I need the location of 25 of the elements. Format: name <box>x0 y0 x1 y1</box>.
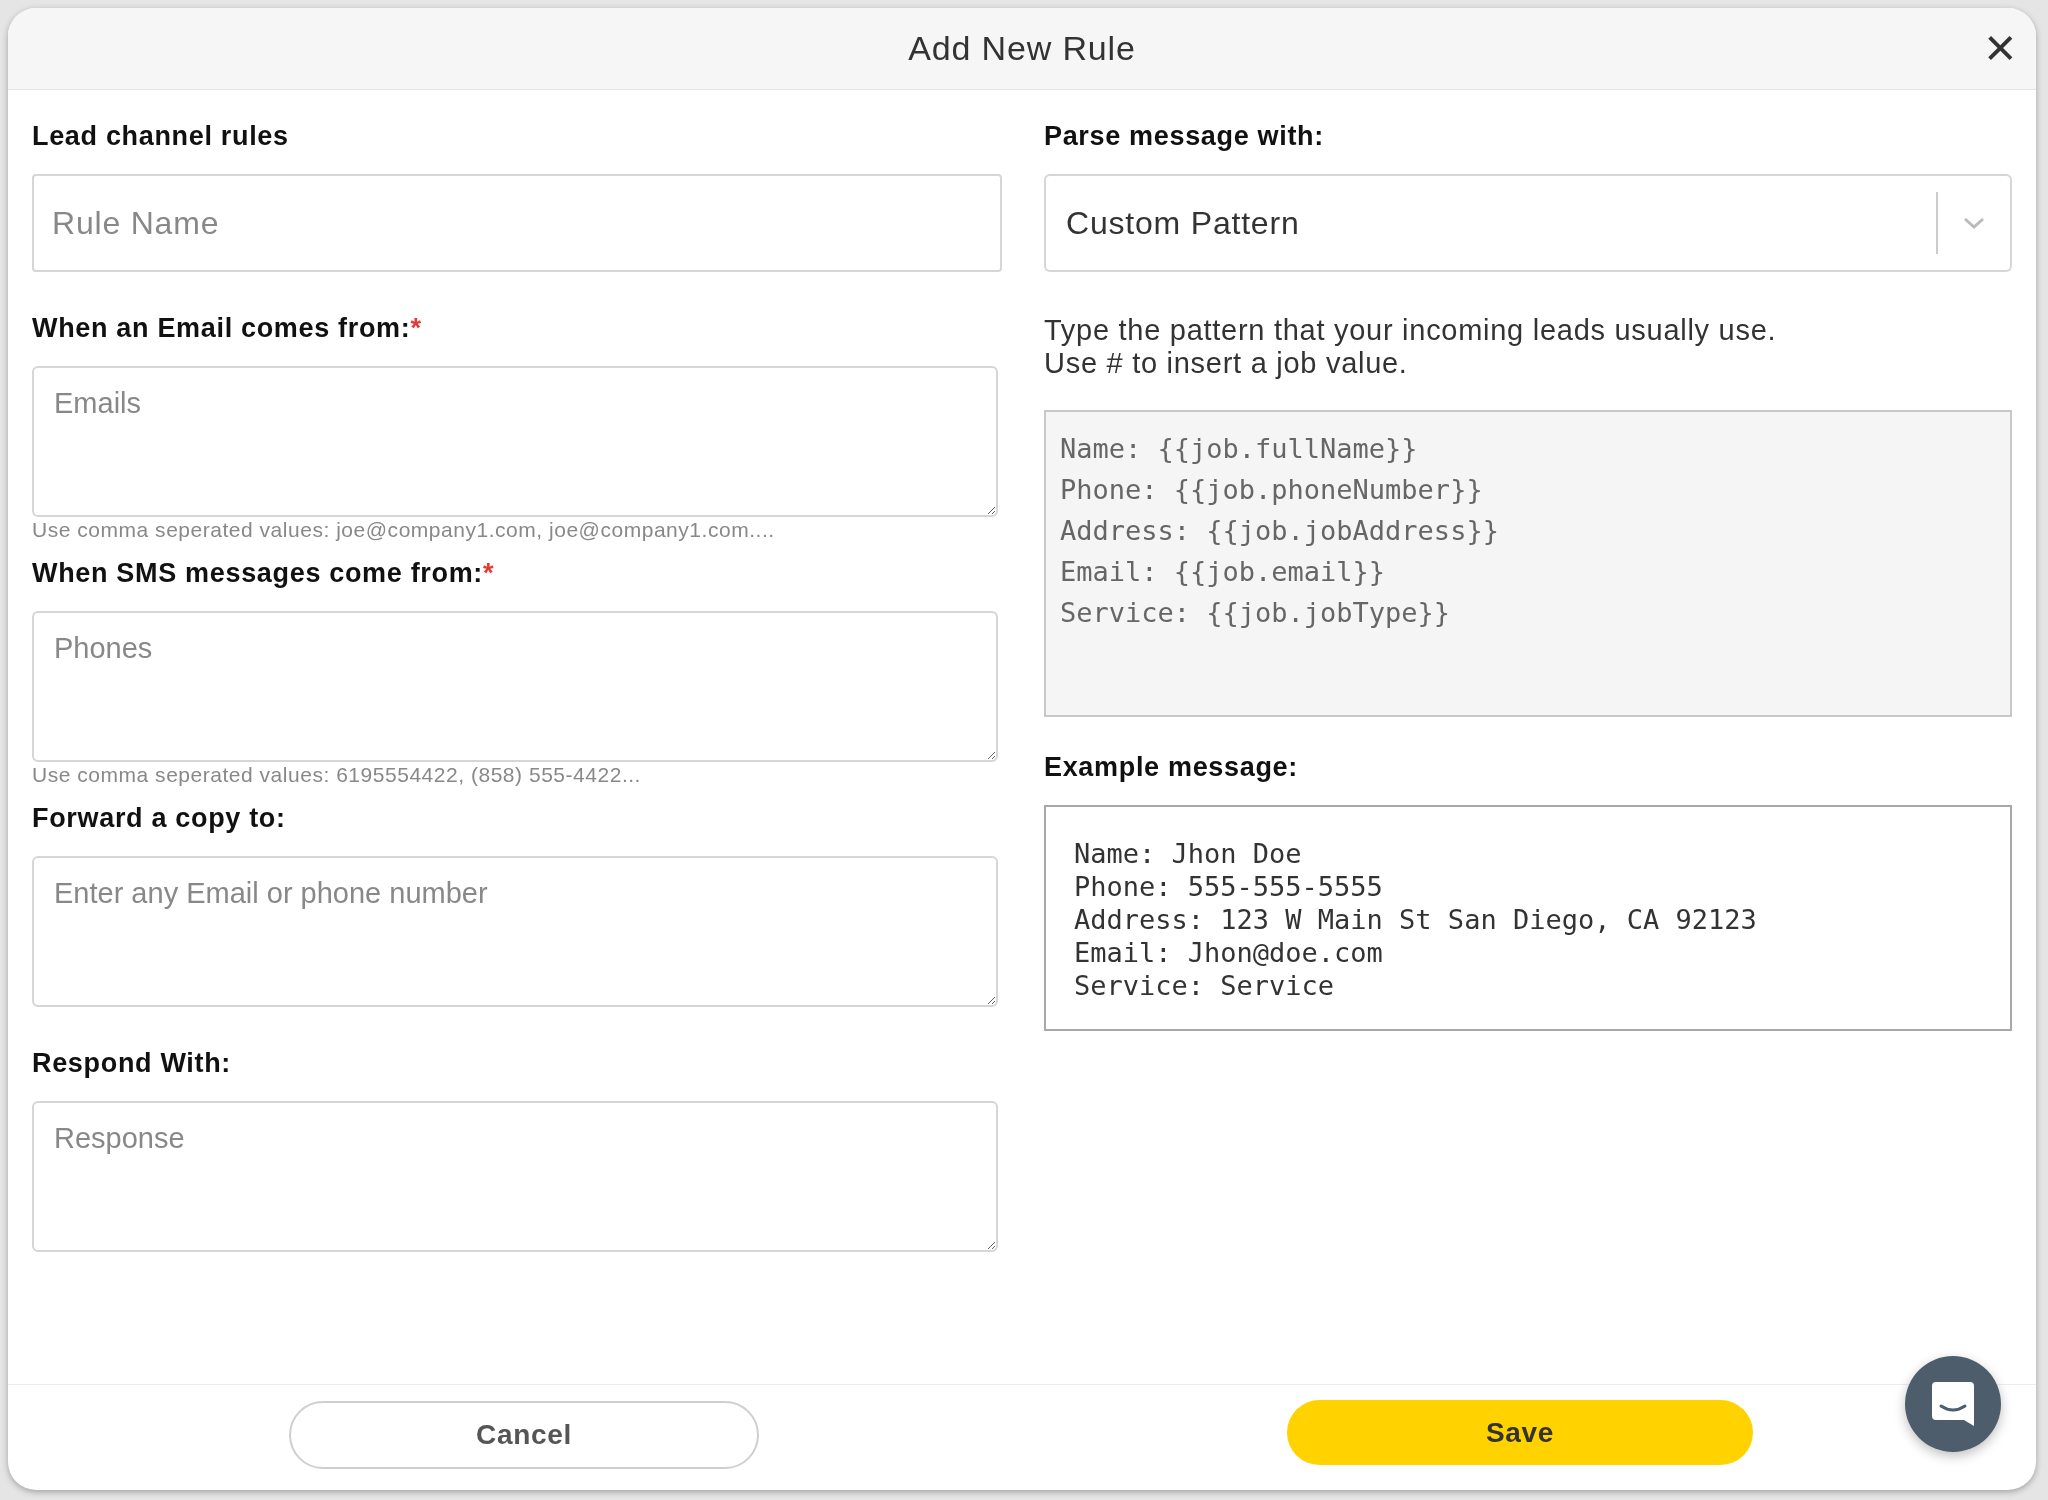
text-area-field[interactable]: Enter any Email or phone number <box>32 856 998 1007</box>
chevron-down-icon <box>1962 216 1986 230</box>
instruction-text: Type the pattern that your incoming leads usually use. Use # to insert a job value. <box>1044 314 1778 380</box>
chat-launcher[interactable] <box>1905 1356 2001 1452</box>
field-label: Respond With: <box>32 1047 232 1080</box>
chat-icon <box>1930 1380 1976 1428</box>
dialog-title: Add New Rule <box>908 28 1136 69</box>
pattern-dropdown[interactable]: Custom Pattern <box>1044 174 2012 272</box>
rule-name-field[interactable]: Rule Name <box>32 174 1002 272</box>
cancel-button[interactable]: Cancel <box>289 1401 759 1469</box>
save-button[interactable]: Save <box>1287 1400 1753 1465</box>
field-label: Lead channel rules <box>32 120 290 153</box>
field-label: Parse message with: <box>1044 120 1325 153</box>
pattern-field[interactable]: Name: {{job.fullName}} Phone: {{job.phoneNumber}} Address: {{job.jobAddress}} Email: {{job.email}} Service: {{job.jobType}} <box>1044 410 2012 717</box>
field-label: When an Email comes from:* <box>32 312 423 345</box>
example-message: Name: Jhon Doe Phone: 555-555-5555 Address: 123 W Main St San Diego, CA 92123 Email: Jhon@doe.com Service: Service <box>1044 805 2012 1031</box>
helper-text: Use comma seperated values: 6195554422, (858) 555-4422... <box>32 762 642 788</box>
field-label: When SMS messages come from:* <box>32 557 496 590</box>
field-label: Forward a copy to: <box>32 802 287 835</box>
text-area-field[interactable]: Emails <box>32 366 998 517</box>
text-area-field[interactable]: Response <box>32 1101 998 1252</box>
field-label: Example message: <box>1044 751 1299 784</box>
helper-text: Use comma seperated values: joe@company1.com, joe@company1.com.... <box>32 517 776 543</box>
close-button[interactable]: × <box>1984 22 2016 72</box>
text-area-field[interactable]: Phones <box>32 611 998 762</box>
